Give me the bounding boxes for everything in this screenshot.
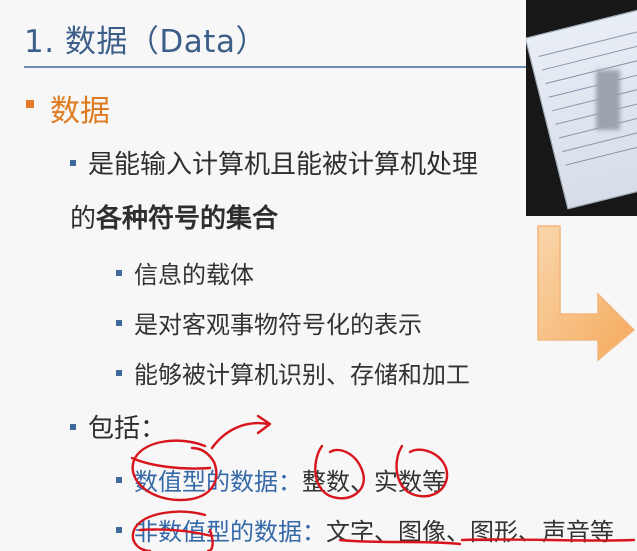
- handwritten-annotations: [130, 414, 636, 551]
